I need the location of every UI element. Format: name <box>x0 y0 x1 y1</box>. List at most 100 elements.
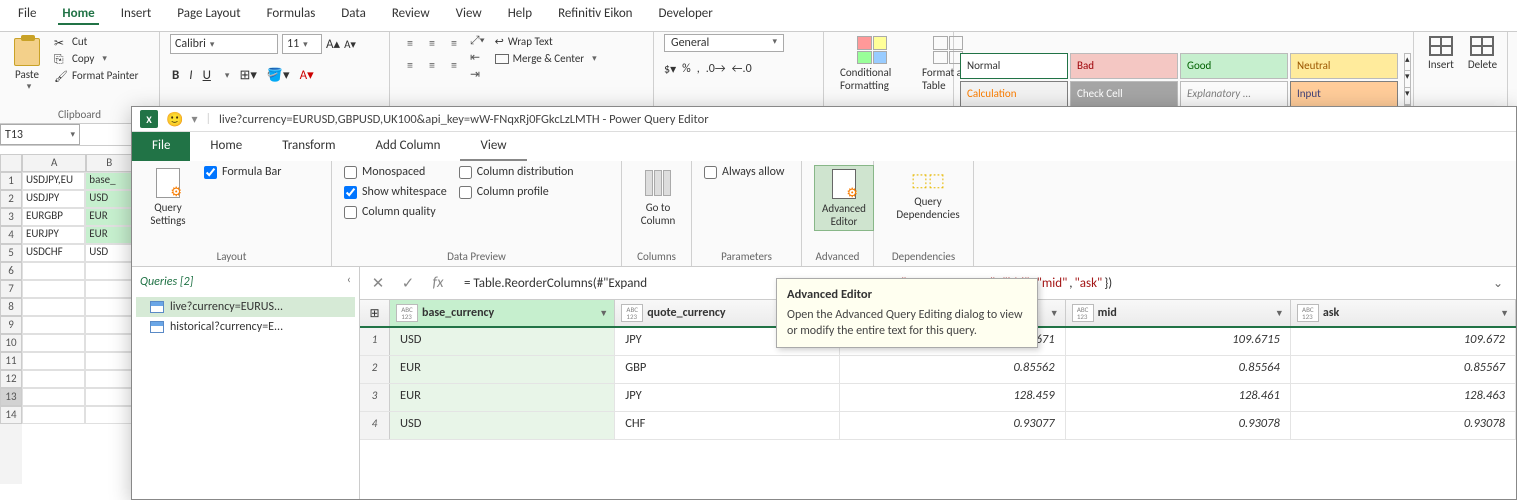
insert-cells-button[interactable]: Insert <box>1424 34 1458 73</box>
pq-menu-transform[interactable]: Transform <box>262 132 355 161</box>
cut-button[interactable]: Cut <box>50 34 142 49</box>
row-header[interactable]: 5 <box>0 244 22 262</box>
cell[interactable]: USDCHF <box>22 244 85 262</box>
underline-button[interactable]: U <box>201 68 213 83</box>
comma-button[interactable]: , <box>697 62 700 77</box>
style-calc[interactable]: Calculation <box>960 81 1068 107</box>
row-header[interactable]: 14 <box>0 406 22 424</box>
cancel-formula-icon[interactable]: ✕ <box>368 274 388 293</box>
query-settings-button[interactable]: Query Settings <box>144 165 192 229</box>
menu-insert[interactable]: Insert <box>117 4 156 25</box>
cell[interactable] <box>22 262 85 280</box>
cell[interactable] <box>85 262 132 280</box>
cell[interactable] <box>85 388 132 406</box>
accept-formula-icon[interactable]: ✓ <box>398 274 418 293</box>
cell[interactable]: base_ <box>85 172 132 190</box>
cell-ask[interactable]: 0.93078 <box>1291 412 1516 439</box>
name-box[interactable]: T13▾ <box>0 124 80 145</box>
cell-quote[interactable]: GBP <box>615 356 840 383</box>
table-row[interactable]: 2EURGBP0.855620.855640.85567 <box>360 356 1516 384</box>
style-normal[interactable]: Normal <box>960 53 1068 79</box>
col-header-b[interactable]: B <box>86 154 132 172</box>
row-header[interactable]: 9 <box>0 316 22 334</box>
cell[interactable] <box>85 406 132 424</box>
cell-mid[interactable]: 109.6715 <box>1066 328 1291 355</box>
style-explan[interactable]: Explanatory ... <box>1180 81 1288 107</box>
copy-button[interactable]: Copy▾ <box>50 51 142 66</box>
pq-menu-view[interactable]: View <box>460 132 526 161</box>
col-header-a[interactable]: A <box>22 154 86 172</box>
cell-bid[interactable]: 0.85562 <box>840 356 1065 383</box>
align-left[interactable]: ≡ <box>400 56 420 76</box>
styles-up[interactable]: ▴ <box>1405 54 1410 71</box>
format-painter-button[interactable]: Format Painter <box>50 68 142 83</box>
menu-review[interactable]: Review <box>388 4 434 25</box>
menu-home[interactable]: Home <box>58 4 98 25</box>
column-dist-checkbox[interactable]: Column distribution <box>459 165 574 179</box>
cell-mid[interactable]: 0.85564 <box>1066 356 1291 383</box>
cell[interactable] <box>85 334 132 352</box>
style-neutral[interactable]: Neutral <box>1290 53 1398 79</box>
style-check[interactable]: Check Cell <box>1070 81 1178 107</box>
indent-decrease[interactable]: ⇤ <box>470 50 485 65</box>
formula-bar-checkbox[interactable]: Formula Bar <box>204 165 281 179</box>
row-header[interactable]: 3 <box>0 208 22 226</box>
row-header[interactable]: 8 <box>0 298 22 316</box>
row-header[interactable]: 13 <box>0 388 22 406</box>
expand-formula-icon[interactable]: ⌄ <box>1488 276 1508 291</box>
query-item[interactable]: live?currency=EURUS... <box>136 297 355 317</box>
pq-menu-home[interactable]: Home <box>190 132 262 161</box>
whitespace-checkbox[interactable]: Show whitespace <box>344 185 447 199</box>
italic-button[interactable]: I <box>187 68 194 83</box>
advanced-editor-button[interactable]: Advanced Editor <box>814 165 874 231</box>
row-header[interactable]: 1 <box>0 172 22 190</box>
cell[interactable]: USD <box>85 190 132 208</box>
col-base-currency[interactable]: ABC123base_currency▼ <box>390 300 615 326</box>
col-ask[interactable]: ABC123ask▼ <box>1291 300 1516 326</box>
cell[interactable] <box>22 406 85 424</box>
accounting-button[interactable]: $▾ <box>664 62 676 77</box>
fill-color-button[interactable]: 🪣▾ <box>265 68 292 83</box>
cell[interactable] <box>85 298 132 316</box>
always-allow-checkbox[interactable]: Always allow <box>704 165 785 179</box>
indent-increase[interactable]: ⇥ <box>470 67 485 82</box>
cell-mid[interactable]: 0.93078 <box>1066 412 1291 439</box>
menu-help[interactable]: Help <box>504 4 536 25</box>
menu-view[interactable]: View <box>452 4 486 25</box>
row-header[interactable]: 2 <box>0 190 22 208</box>
cell-base[interactable]: USD <box>390 412 615 439</box>
menu-developer[interactable]: Developer <box>655 4 717 25</box>
pq-menu-file[interactable]: File <box>132 132 190 161</box>
cell-ask[interactable]: 0.85567 <box>1291 356 1516 383</box>
orientation-button[interactable]: ⤢▾ <box>470 34 485 48</box>
cell[interactable]: USDJPY <box>22 190 85 208</box>
collapse-pane-icon[interactable]: ‹ <box>347 273 351 287</box>
cell-ask[interactable]: 109.672 <box>1291 328 1516 355</box>
column-quality-checkbox[interactable]: Column quality <box>344 205 447 219</box>
cell[interactable]: USDJPY,EU <box>22 172 85 190</box>
row-header[interactable]: 10 <box>0 334 22 352</box>
row-header[interactable]: 11 <box>0 352 22 370</box>
cell-base[interactable]: EUR <box>390 384 615 411</box>
font-size-combo[interactable]: 11▾ <box>282 34 322 54</box>
menu-page-layout[interactable]: Page Layout <box>173 4 244 25</box>
cell-base[interactable]: EUR <box>390 356 615 383</box>
align-middle[interactable]: ≡ <box>422 34 442 54</box>
paste-button[interactable]: Paste ▾ <box>10 34 44 96</box>
cell[interactable] <box>22 388 85 406</box>
row-header[interactable]: 4 <box>0 226 22 244</box>
table-row[interactable]: 3EURJPY128.459128.461128.463 <box>360 384 1516 412</box>
shrink-font-button[interactable]: A▾ <box>344 38 356 51</box>
cell[interactable]: USD <box>85 244 132 262</box>
cell-bid[interactable]: 0.93077 <box>840 412 1065 439</box>
cell[interactable]: EURJPY <box>22 226 85 244</box>
table-corner-icon[interactable]: ⊞ <box>360 300 390 326</box>
style-bad[interactable]: Bad <box>1070 53 1178 79</box>
row-header[interactable]: 7 <box>0 280 22 298</box>
conditional-formatting-button[interactable]: Conditional Formatting <box>834 34 910 94</box>
cell-mid[interactable]: 128.461 <box>1066 384 1291 411</box>
cell[interactable] <box>85 352 132 370</box>
menu-file[interactable]: File <box>14 4 40 25</box>
styles-down[interactable]: ▾ <box>1405 71 1410 88</box>
cell[interactable] <box>22 316 85 334</box>
